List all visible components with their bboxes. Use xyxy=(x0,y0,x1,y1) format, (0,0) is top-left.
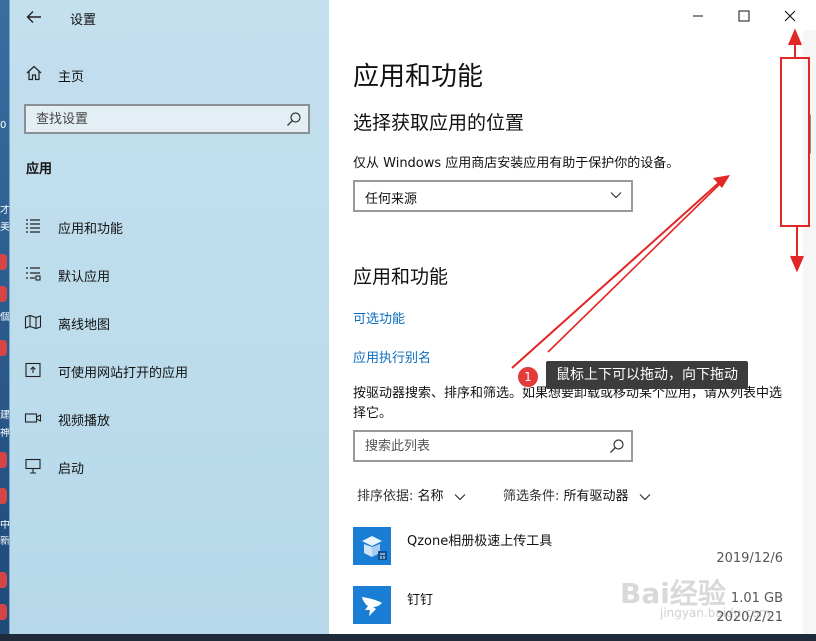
desktop-icon[interactable] xyxy=(0,572,7,588)
close-button[interactable] xyxy=(770,4,810,30)
sort-by-dropdown[interactable]: 排序依据: 名称 xyxy=(357,485,466,504)
desktop-icon[interactable] xyxy=(0,452,7,468)
sidebar-item-label: 视频播放 xyxy=(58,414,111,429)
app-list-search-box[interactable] xyxy=(353,430,633,462)
minimize-icon xyxy=(693,15,703,17)
home-icon xyxy=(26,65,42,81)
annotation-number: 1 xyxy=(517,366,539,388)
settings-search-box[interactable] xyxy=(24,104,310,134)
dropdown-value: 任何来源 xyxy=(365,192,418,207)
apps-list-instructions: 按驱动器搜索、排序和筛选。如果想要卸载或移动某个应用，请从列表中选择它。 xyxy=(353,386,783,421)
app-size: 1.01 GB xyxy=(730,591,783,606)
sidebar-item-label: 可使用网站打开的应用 xyxy=(58,366,189,381)
chevron-down-icon xyxy=(610,192,622,199)
back-arrow-icon xyxy=(26,11,41,23)
settings-search-input[interactable] xyxy=(26,106,296,132)
minimize-button[interactable] xyxy=(678,4,718,30)
filter-label: 筛选条件: xyxy=(503,489,560,504)
close-icon xyxy=(784,10,796,22)
app-name: 钉钉 xyxy=(407,593,434,608)
optional-features-link[interactable]: 可选功能 xyxy=(353,308,405,327)
desktop-icon[interactable] xyxy=(0,340,7,356)
vertical-scrollbar[interactable] xyxy=(803,30,816,634)
desktop-fragment: 神 xyxy=(0,428,9,439)
sidebar-item-offline-maps[interactable]: 离线地图 xyxy=(10,305,329,339)
settings-window: 设置 主页 应用 应用和功能 xyxy=(9,0,816,634)
sidebar-item-label: 主页 xyxy=(58,70,85,85)
video-icon xyxy=(24,413,42,423)
window-title: 设置 xyxy=(70,13,97,28)
desktop-fragment: 0 xyxy=(0,120,7,131)
sidebar-item-startup[interactable]: 启动 xyxy=(10,449,329,483)
settings-sidebar: 设置 主页 应用 应用和功能 xyxy=(10,0,329,634)
sidebar-item-label: 默认应用 xyxy=(58,270,111,285)
desktop-fragment: 才 xyxy=(0,205,9,216)
install-location-description: 仅从 Windows 应用商店安装应用有助于保护你的设备。 xyxy=(353,156,680,171)
search-icon[interactable] xyxy=(609,438,625,454)
app-list-search-input[interactable] xyxy=(355,432,615,460)
watermark-url: jingyan.baidu.com xyxy=(660,606,771,620)
desktop-icon[interactable] xyxy=(0,286,7,302)
chevron-down-icon xyxy=(639,493,651,500)
back-button[interactable] xyxy=(22,6,46,28)
sidebar-item-label: 离线地图 xyxy=(58,318,111,333)
search-icon[interactable] xyxy=(286,111,302,127)
app-list-item[interactable]: Qzone相册极速上传工具 2019/12/6 xyxy=(353,527,783,577)
sort-label: 排序依据: xyxy=(357,489,414,504)
sidebar-item-label: 应用和功能 xyxy=(58,222,124,237)
list-icon xyxy=(26,219,40,233)
desktop-icon[interactable] xyxy=(0,254,7,270)
sidebar-item-video-playback[interactable]: 视频播放 xyxy=(10,401,329,435)
sidebar-item-home[interactable]: 主页 xyxy=(10,58,329,90)
page-title: 应用和功能 xyxy=(353,62,484,92)
desktop-fragment: 美 xyxy=(0,222,9,233)
app-name: Qzone相册极速上传工具 xyxy=(407,534,553,549)
sidebar-item-default-apps[interactable]: 默认应用 xyxy=(10,257,329,291)
settings-main-pane: 应用和功能 选择获取应用的位置 仅从 Windows 应用商店安装应用有助于保护… xyxy=(329,0,816,634)
apps-features-heading: 应用和功能 xyxy=(353,266,449,288)
maximize-icon xyxy=(738,10,750,22)
sidebar-item-apps-features[interactable]: 应用和功能 xyxy=(10,209,329,243)
scrollbar-thumb[interactable] xyxy=(808,114,811,154)
startup-icon xyxy=(25,458,41,474)
desktop-fragment: 中 xyxy=(0,520,9,531)
desktop-fragment: 建 xyxy=(0,410,9,421)
map-icon xyxy=(24,314,42,330)
desktop-icon[interactable] xyxy=(0,488,7,504)
sort-value: 名称 xyxy=(417,489,444,504)
desktop-icon[interactable] xyxy=(0,604,7,620)
sidebar-section-title: 应用 xyxy=(26,162,53,177)
desktop-background: 0 才 美 個 建 神 中 新 xyxy=(0,0,9,641)
qzone-upload-app-icon xyxy=(353,527,391,565)
chevron-down-icon xyxy=(454,493,466,500)
app-install-date: 2019/12/6 xyxy=(716,551,783,566)
website-app-icon xyxy=(25,362,41,378)
default-apps-icon xyxy=(26,267,41,281)
taskbar xyxy=(0,634,816,641)
sidebar-item-label: 启动 xyxy=(58,462,85,477)
sidebar-item-website-apps[interactable]: 可使用网站打开的应用 xyxy=(10,353,329,387)
install-location-heading: 选择获取应用的位置 xyxy=(353,112,525,134)
filter-by-dropdown[interactable]: 筛选条件: 所有驱动器 xyxy=(503,485,651,504)
app-execution-alias-link[interactable]: 应用执行别名 xyxy=(353,347,431,366)
filter-value: 所有驱动器 xyxy=(563,489,629,504)
annotation-tooltip: 鼠标上下可以拖动，向下拖动 xyxy=(546,361,748,389)
maximize-button[interactable] xyxy=(724,4,764,30)
dingtalk-app-icon xyxy=(353,586,391,624)
desktop-fragment: 新 xyxy=(0,536,9,547)
screenshot-frame: 0 才 美 個 建 神 中 新 设置 主页 查找设置 应用 应用和功能 默认应用… xyxy=(0,0,816,641)
desktop-fragment: 個 xyxy=(0,312,9,323)
install-source-dropdown[interactable]: 任何来源 xyxy=(353,180,633,212)
